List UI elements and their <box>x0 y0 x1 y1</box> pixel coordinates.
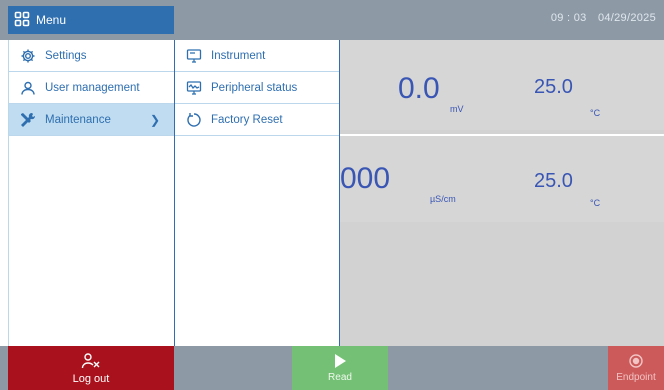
menu-item-maintenance[interactable]: Maintenance ❯ <box>9 104 174 136</box>
submenu-item-instrument[interactable]: Instrument <box>175 40 339 72</box>
temperature-unit: °C <box>590 108 601 118</box>
monitor-icon <box>185 47 203 65</box>
submenu-item-label: Factory Reset <box>211 113 283 126</box>
measurement-card-1: 0.0 mV 25.0 °C <box>338 40 664 130</box>
play-icon <box>333 353 347 372</box>
menu-item-label: Settings <box>45 49 87 62</box>
record-icon <box>628 353 644 372</box>
submenu-item-label: Instrument <box>211 49 266 62</box>
measurement-value: 0.0 <box>398 72 440 105</box>
logout-button[interactable]: Log out <box>8 346 174 390</box>
submenu-item-peripheral-status[interactable]: Peripheral status <box>175 72 339 104</box>
menu-header[interactable]: Menu <box>8 6 174 34</box>
user-icon <box>19 79 37 97</box>
waveform-monitor-icon <box>185 79 203 97</box>
gear-icon <box>19 47 37 65</box>
measurement-card-2: 000 µS/cm 25.0 °C <box>338 134 664 222</box>
endpoint-button[interactable]: Endpoint <box>608 346 664 390</box>
read-button[interactable]: Read <box>292 346 388 390</box>
reset-icon <box>185 111 203 129</box>
submenu-item-label: Peripheral status <box>211 81 298 94</box>
time-display: 09 : 03 <box>550 12 587 24</box>
measurement-value: 000 <box>340 162 391 195</box>
grid-icon <box>14 11 30 30</box>
temperature-unit: °C <box>590 198 601 208</box>
chevron-right-icon: ❯ <box>149 112 160 127</box>
menu-item-label: User management <box>45 81 140 94</box>
main-menu: Settings User management Maintenance ❯ <box>8 40 174 346</box>
menu-item-settings[interactable]: Settings <box>9 40 174 72</box>
date-display: 04/29/2025 <box>597 12 656 24</box>
measurement-unit: µS/cm <box>430 194 456 204</box>
maintenance-submenu: Instrument Peripheral status Factory Res… <box>174 40 340 346</box>
endpoint-label: Endpoint <box>616 372 656 383</box>
clock: 09 : 03 04/29/2025 <box>551 12 656 24</box>
tools-icon <box>19 111 37 129</box>
temperature-value: 25.0 <box>534 170 573 192</box>
temperature-value: 25.0 <box>534 76 573 98</box>
menu-title: Menu <box>36 13 67 27</box>
logout-label: Log out <box>72 372 110 385</box>
read-label: Read <box>328 372 352 383</box>
menu-item-label: Maintenance <box>45 113 111 126</box>
measurement-unit: mV <box>450 104 464 114</box>
menu-item-user-management[interactable]: User management <box>9 72 174 104</box>
submenu-item-factory-reset[interactable]: Factory Reset <box>175 104 339 136</box>
user-logout-icon <box>81 352 101 373</box>
